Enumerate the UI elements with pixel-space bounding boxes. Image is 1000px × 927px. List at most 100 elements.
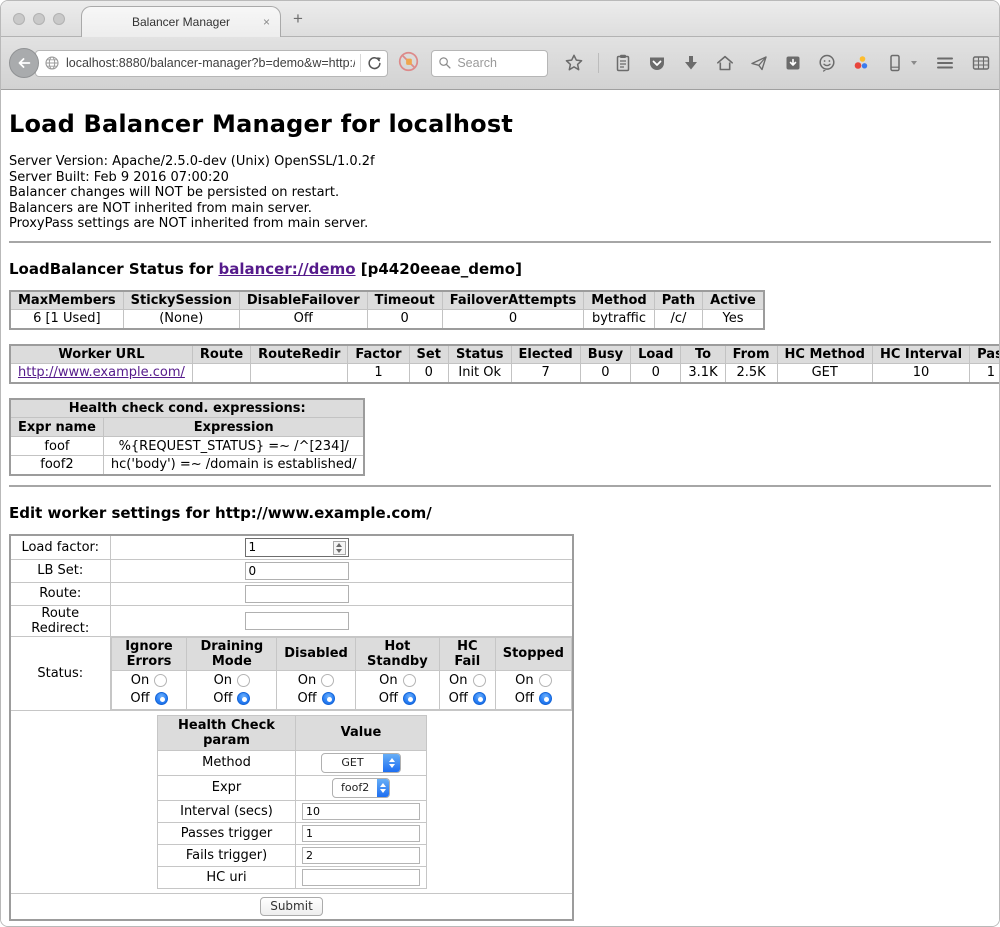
col-stopped: Stopped [495, 637, 571, 670]
hc-expr-select[interactable]: foof2 [332, 778, 390, 798]
hc-expr-header-row: Expr name Expression [10, 418, 364, 437]
stopped-on-label: On [515, 673, 533, 688]
draining-mode-on-radio[interactable] [237, 674, 250, 687]
reload-icon[interactable] [366, 55, 383, 72]
val-status: Init Ok [448, 364, 511, 383]
balancer-demo-link[interactable]: balancer://demo [218, 260, 355, 278]
tab-title: Balancer Manager [132, 15, 230, 29]
chat-smiley-icon[interactable] [817, 53, 837, 73]
stopped-off-label: Off [515, 691, 534, 706]
draining-mode-off-radio[interactable] [237, 692, 250, 705]
bookmark-star-icon[interactable] [564, 53, 584, 73]
url-bar[interactable]: localhost:8880/balancer-manager?b=demo&w… [35, 50, 388, 77]
hc-expr-selected-value: foof2 [333, 779, 377, 797]
hc-interval-input[interactable] [302, 803, 420, 820]
window-zoom-button[interactable] [53, 13, 65, 25]
window-close-button[interactable] [13, 13, 25, 25]
val-from: 2.5K [725, 364, 777, 383]
hc-fail-on-radio[interactable] [473, 674, 486, 687]
save-to-device-icon[interactable] [783, 53, 803, 73]
col-busy: Busy [580, 345, 630, 364]
stopped-on-radio[interactable] [539, 674, 552, 687]
route-input[interactable] [245, 585, 349, 603]
hc-passes-label: Passes trigger [158, 822, 296, 844]
stopped-off-radio[interactable] [539, 692, 552, 705]
hc-expr-title-row: Health check cond. expressions: [10, 399, 364, 418]
menu-hamburger-icon[interactable] [935, 53, 955, 73]
window-minimize-button[interactable] [33, 13, 45, 25]
col-hc-interval: HC Interval [872, 345, 969, 364]
device-menu-caret-icon[interactable] [911, 61, 917, 65]
worker-status-table: Worker URL Route RouteRedir Factor Set S… [9, 344, 999, 384]
col-draining-mode: Draining Mode [187, 637, 277, 670]
val-set: 0 [409, 364, 448, 383]
tab-bar: Balancer Manager × + [1, 1, 999, 37]
status-row: Status: Ignore Errors Draining Mode Disa… [10, 636, 573, 710]
back-button[interactable] [9, 48, 39, 78]
device-sync-icon[interactable] [885, 53, 905, 73]
hc-passes-input[interactable] [302, 825, 420, 842]
disabled-off-radio[interactable] [322, 692, 335, 705]
send-plane-icon[interactable] [749, 53, 769, 73]
val-load: 0 [631, 364, 681, 383]
disabled-on-radio[interactable] [321, 674, 334, 687]
col-disablefailover: DisableFailover [239, 291, 367, 310]
route-row: Route: [10, 582, 573, 605]
submit-button[interactable]: Submit [260, 897, 323, 916]
navigation-toolbar: localhost:8880/balancer-manager?b=demo&w… [1, 37, 999, 90]
url-text[interactable]: localhost:8880/balancer-manager?b=demo&w… [66, 56, 355, 70]
hc-fails-input[interactable] [302, 847, 420, 864]
val-to: 3.1K [681, 364, 725, 383]
col-set: Set [409, 345, 448, 364]
toolbar-separator [598, 53, 599, 73]
col-active: Active [703, 291, 764, 310]
expression-foof2: hc('body') =~ /domain is established/ [103, 456, 364, 475]
download-icon[interactable] [681, 53, 701, 73]
url-separator [360, 54, 361, 72]
select-stepper-icon [383, 754, 400, 772]
lb-set-input[interactable] [245, 562, 349, 580]
val-passes: 1 (0) [970, 364, 999, 383]
search-bar[interactable]: Search [431, 50, 548, 77]
ignore-errors-off-radio[interactable] [155, 692, 168, 705]
tab-balancer-manager[interactable]: Balancer Manager × [81, 6, 281, 37]
hc-uri-input[interactable] [302, 869, 420, 886]
ignore-errors-on-label: On [131, 673, 149, 688]
hot-standby-on-radio[interactable] [403, 674, 416, 687]
hc-fails-label: Fails trigger) [158, 844, 296, 866]
col-route: Route [192, 345, 250, 364]
disabled-off-label: Off [297, 691, 316, 706]
ignore-errors-on-radio[interactable] [154, 674, 167, 687]
clipboard-icon[interactable] [613, 53, 633, 73]
col-hc-param: Health Check param [158, 715, 296, 750]
hc-fail-on-label: On [449, 673, 467, 688]
route-label: Route: [10, 582, 110, 605]
search-icon [438, 56, 452, 70]
worker-table-row: http://www.example.com/ 1 0 Init Ok 7 0 … [10, 364, 999, 383]
worker-url-link[interactable]: http://www.example.com/ [18, 365, 185, 380]
new-tab-button[interactable]: + [293, 9, 303, 29]
tab-close-icon[interactable]: × [263, 15, 270, 29]
number-stepper-icon[interactable] [333, 541, 346, 555]
submit-row: Submit [10, 893, 573, 920]
val-routeredir [251, 364, 348, 383]
col-hc-value: Value [296, 715, 427, 750]
hc-fail-off-radio[interactable] [473, 692, 486, 705]
pocket-icon[interactable] [647, 53, 667, 73]
worker-table-header-row: Worker URL Route RouteRedir Factor Set S… [10, 345, 999, 364]
color-dots-icon[interactable] [851, 53, 871, 73]
divider [9, 485, 991, 487]
hot-standby-off-radio[interactable] [403, 692, 416, 705]
home-icon[interactable] [715, 53, 735, 73]
col-timeout: Timeout [367, 291, 442, 310]
hc-method-select[interactable]: GET [321, 753, 401, 773]
col-disabled: Disabled [277, 637, 356, 670]
val-route [192, 364, 250, 383]
col-expr-name: Expr name [10, 418, 103, 437]
col-failoverattempts: FailoverAttempts [442, 291, 584, 310]
grid-panel-icon[interactable] [971, 53, 991, 73]
blocked-content-icon[interactable] [398, 51, 419, 76]
route-redirect-input[interactable] [245, 612, 349, 630]
status-header-row: Ignore Errors Draining Mode Disabled Hot… [111, 637, 572, 670]
expr-name-foof2: foof2 [10, 456, 103, 475]
